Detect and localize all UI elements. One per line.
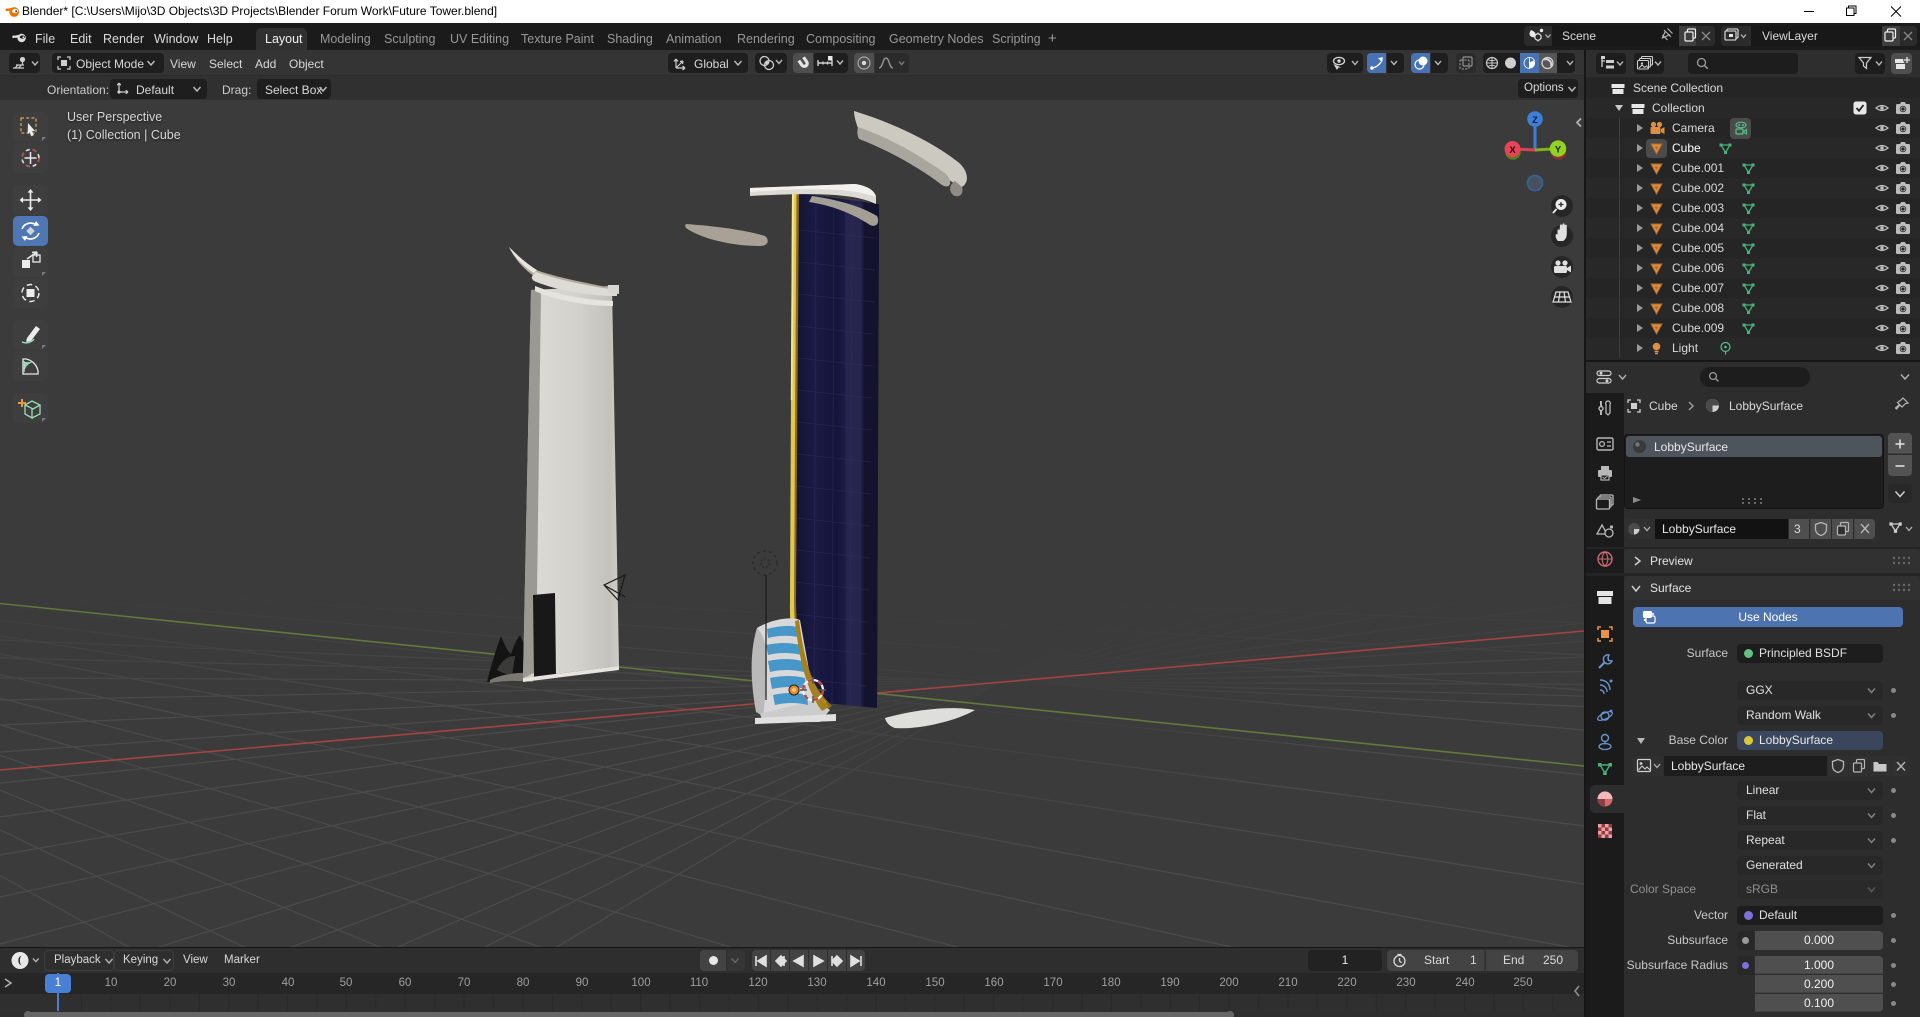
svg-text:Z: Z (1532, 115, 1538, 125)
svg-text:Y: Y (1555, 145, 1562, 156)
svg-text:X: X (1509, 145, 1516, 156)
